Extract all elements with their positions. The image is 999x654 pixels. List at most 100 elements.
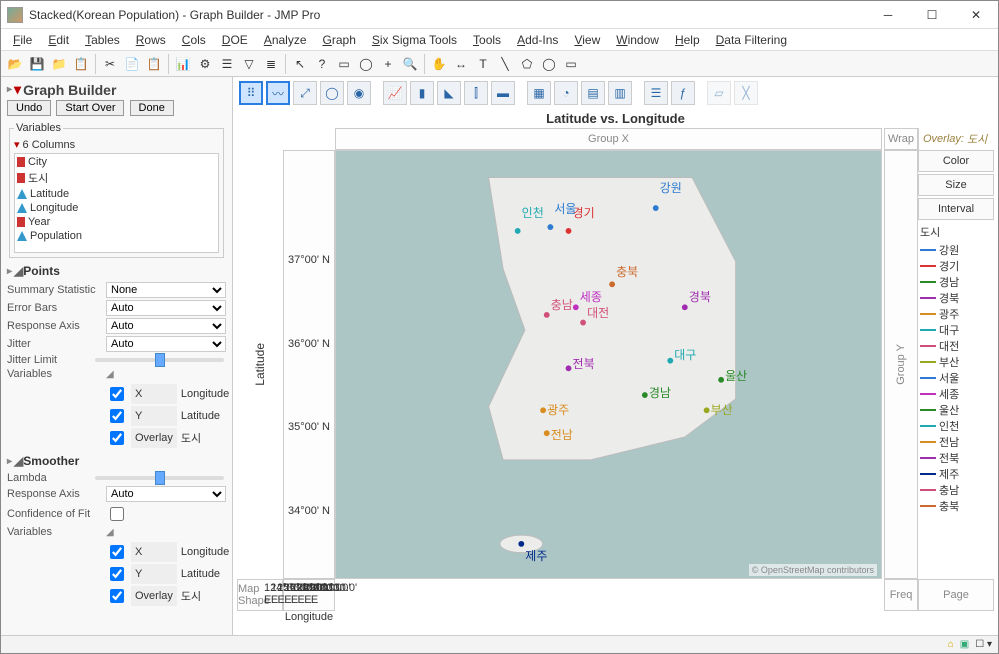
roles-icon[interactable]: ☰	[217, 54, 237, 74]
treemap-tool-icon[interactable]: ▤	[581, 81, 605, 105]
minimize-button[interactable]: ─	[866, 1, 910, 29]
x-axis[interactable]: 124°30.0' E125°30.0' E126°30.0' E127°30.…	[283, 579, 335, 611]
legend-item[interactable]: 충남	[920, 482, 992, 498]
parallel-tool-icon[interactable]: ╳	[734, 81, 758, 105]
help-icon[interactable]: ?	[312, 54, 332, 74]
menu-window[interactable]: Window	[608, 31, 667, 49]
polygon-icon[interactable]: ⬠	[517, 54, 537, 74]
lambda-slider[interactable]	[95, 476, 224, 480]
arrow-icon[interactable]: ↖	[290, 54, 310, 74]
legend-item[interactable]: 경남	[920, 274, 992, 290]
page-dropzone[interactable]: Page	[918, 579, 994, 611]
start-over-button[interactable]: Start Over	[56, 100, 124, 116]
chart-icon[interactable]: 📊	[173, 54, 193, 74]
bar-tool-icon[interactable]: ▮	[410, 81, 434, 105]
folder-icon[interactable]: 📁	[49, 54, 69, 74]
var-check-Overlay[interactable]	[110, 431, 124, 445]
column-Population[interactable]: Population	[17, 229, 216, 243]
legend-item[interactable]: 대전	[920, 338, 992, 354]
var-check-X[interactable]	[110, 387, 124, 401]
legend-item[interactable]: 충북	[920, 498, 992, 514]
histogram-tool-icon[interactable]: ▬	[491, 81, 515, 105]
freq-dropzone[interactable]: Freq	[884, 579, 918, 611]
disclosure-icon[interactable]: ▸	[7, 84, 12, 95]
line-icon[interactable]: ╲	[495, 54, 515, 74]
menu-view[interactable]: View	[566, 31, 608, 49]
columns-disclosure-icon[interactable]: ▾	[14, 138, 20, 151]
crosshair-icon[interactable]: +	[378, 54, 398, 74]
menu-file[interactable]: File	[5, 31, 40, 49]
menu-tables[interactable]: Tables	[77, 31, 128, 49]
legend-item[interactable]: 전남	[920, 434, 992, 450]
menu-graph[interactable]: Graph	[315, 31, 364, 49]
home-icon[interactable]: ⌂	[948, 639, 954, 650]
menu-cols[interactable]: Cols	[174, 31, 214, 49]
legend-item[interactable]: 인천	[920, 418, 992, 434]
legend-item[interactable]: 경북	[920, 290, 992, 306]
var-check-Overlay[interactable]	[110, 589, 124, 603]
options-icon[interactable]: ☐ ▾	[975, 639, 992, 650]
error-bars-select[interactable]: Auto	[106, 300, 226, 316]
legend-item[interactable]: 제주	[920, 466, 992, 482]
interval-button[interactable]: Interval	[918, 198, 994, 220]
copy-icon[interactable]: 📄	[122, 54, 142, 74]
y-axis[interactable]: 34°00' N35°00' N36°00' N37°00' N	[283, 150, 335, 579]
cut-icon[interactable]: ✂	[100, 54, 120, 74]
pie-tool-icon[interactable]: ◔	[554, 81, 578, 105]
response-axis-select[interactable]: Auto	[106, 318, 226, 334]
formula-tool-icon[interactable]: ƒ	[671, 81, 695, 105]
conf-fit-checkbox[interactable]	[110, 507, 124, 521]
group-y-dropzone[interactable]: Group Y	[884, 150, 918, 579]
script-icon[interactable]: ≣	[261, 54, 281, 74]
mapshape-tool-icon[interactable]: ▱	[707, 81, 731, 105]
maximize-button[interactable]: ☐	[910, 1, 954, 29]
overlay-dropzone[interactable]: Overlay: 도시	[918, 128, 994, 150]
map-plot-area[interactable]: © OpenStreetMap contributors 강원경기서울인천충북충…	[335, 150, 882, 579]
legend-item[interactable]: 서울	[920, 370, 992, 386]
menu-rows[interactable]: Rows	[128, 31, 174, 49]
funnel-icon[interactable]: ▽	[239, 54, 259, 74]
area-tool-icon[interactable]: ◣	[437, 81, 461, 105]
menu-help[interactable]: Help	[667, 31, 708, 49]
jitter-limit-slider[interactable]	[95, 358, 224, 362]
done-button[interactable]: Done	[130, 100, 174, 116]
menu-doe[interactable]: DOE	[214, 31, 256, 49]
menu-tools[interactable]: Tools	[465, 31, 509, 49]
menu-edit[interactable]: Edit	[40, 31, 77, 49]
legend-item[interactable]: 경기	[920, 258, 992, 274]
mosaic-tool-icon[interactable]: ▥	[608, 81, 632, 105]
smoother-tool-icon[interactable]: 〰	[266, 81, 290, 105]
columns-list[interactable]: City도시LatitudeLongitudeYearPopulation	[14, 153, 219, 253]
color-button[interactable]: Color	[918, 150, 994, 172]
column-Latitude[interactable]: Latitude	[17, 187, 216, 201]
points-tool-icon[interactable]: ⠿	[239, 81, 263, 105]
var-check-Y[interactable]	[110, 409, 124, 423]
open-icon[interactable]: 📂	[5, 54, 25, 74]
project-icon[interactable]: ▣	[960, 639, 969, 650]
contour-tool-icon[interactable]: ◉	[347, 81, 371, 105]
legend-item[interactable]: 강원	[920, 242, 992, 258]
column-도시[interactable]: 도시	[17, 169, 216, 187]
paste-icon[interactable]: 📋	[144, 54, 164, 74]
menu-analyze[interactable]: Analyze	[256, 31, 315, 49]
shape-icon[interactable]: ◯	[539, 54, 559, 74]
line-tool-icon[interactable]: 📈	[383, 81, 407, 105]
ellipse-tool-icon[interactable]: ◯	[320, 81, 344, 105]
column-City[interactable]: City	[17, 155, 216, 169]
boxplot-tool-icon[interactable]: ⫿	[464, 81, 488, 105]
legend-item[interactable]: 광주	[920, 306, 992, 322]
menu-data-filtering[interactable]: Data Filtering	[708, 31, 795, 49]
linefit-tool-icon[interactable]: ⤢	[293, 81, 317, 105]
print-icon[interactable]: 📋	[71, 54, 91, 74]
zoom-icon[interactable]: 🔍	[400, 54, 420, 74]
menu-six-sigma-tools[interactable]: Six Sigma Tools	[364, 31, 465, 49]
var-check-X[interactable]	[110, 545, 124, 559]
smoother-response-select[interactable]: Auto	[106, 486, 226, 502]
wrap-dropzone[interactable]: Wrap	[884, 128, 918, 150]
group-x-dropzone[interactable]: Group X	[335, 128, 882, 150]
lasso-icon[interactable]: ◯	[356, 54, 376, 74]
close-button[interactable]: ✕	[954, 1, 998, 29]
legend-item[interactable]: 전북	[920, 450, 992, 466]
save-icon[interactable]: 💾	[27, 54, 47, 74]
summary-select[interactable]: None	[106, 282, 226, 298]
